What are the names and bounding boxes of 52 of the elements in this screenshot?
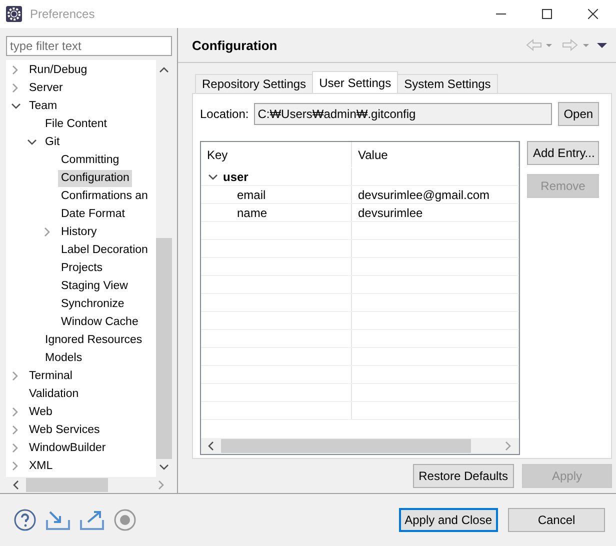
page-title: Configuration <box>192 38 278 52</box>
tree-item[interactable]: Team <box>26 98 60 114</box>
gear-icon <box>6 6 22 22</box>
key-cell: user <box>223 170 248 184</box>
horizontal-scrollbar[interactable] <box>201 438 519 454</box>
tree-item[interactable]: Web <box>26 404 56 420</box>
dialog-button[interactable]: Cancel <box>508 508 605 532</box>
tree-item[interactable]: Validation <box>26 386 82 402</box>
page-button[interactable]: Restore Defaults <box>412 464 514 488</box>
settings-tab[interactable]: System Settings <box>397 74 498 93</box>
tree-item[interactable]: Window Cache <box>58 314 142 330</box>
tree-item[interactable]: History <box>58 224 100 240</box>
tree-item[interactable]: Run/Debug <box>26 62 90 78</box>
import-icon[interactable] <box>46 510 70 530</box>
location-field[interactable]: C:₩Users₩admin₩.gitconfig <box>254 103 552 125</box>
tree-item[interactable]: Date Format <box>58 206 128 222</box>
value-cell: devsurimlee <box>358 206 423 220</box>
tree-item[interactable]: XML <box>26 458 56 474</box>
settings-tab[interactable]: Repository Settings <box>195 74 314 93</box>
tree-item[interactable]: File Content <box>42 116 110 132</box>
settings-tab[interactable]: User Settings <box>312 71 398 93</box>
window-title: Preferences <box>30 7 96 21</box>
key-cell: name <box>237 206 268 220</box>
help-icon[interactable] <box>14 509 36 531</box>
tree-item[interactable]: WindowBuilder <box>26 440 109 456</box>
tree-item[interactable]: Terminal <box>26 368 76 384</box>
maximize-icon[interactable] <box>542 9 552 19</box>
tree-item[interactable]: Web Services <box>26 422 103 438</box>
tree-item[interactable]: Committing <box>58 152 122 168</box>
value-cell: devsurimlee@gmail.com <box>358 188 490 202</box>
tree-item[interactable]: Git <box>42 134 63 150</box>
column-header[interactable]: Key <box>207 148 228 162</box>
back-icon[interactable] <box>526 39 554 51</box>
tree-item[interactable]: Ignored Resources <box>42 332 146 348</box>
key-cell: email <box>237 188 266 202</box>
tree-item[interactable]: Models <box>42 350 86 366</box>
location-label: Location: <box>200 107 249 121</box>
export-icon[interactable] <box>80 510 104 530</box>
column-header[interactable]: Value <box>358 148 388 162</box>
dialog-button[interactable]: Apply and Close <box>398 508 498 532</box>
filter-field[interactable]: type filter text <box>6 36 172 56</box>
tree-item[interactable]: Staging View <box>58 278 131 294</box>
open-button[interactable]: Open <box>558 102 600 126</box>
tree-item[interactable]: Label Decoration <box>58 242 151 258</box>
close-icon[interactable] <box>588 9 598 19</box>
record-icon[interactable] <box>114 509 136 531</box>
tree-item[interactable]: Projects <box>58 260 106 276</box>
tree-item[interactable]: Server <box>26 80 66 96</box>
tree-item[interactable]: Confirmations an <box>58 188 151 204</box>
tree-item[interactable]: Synchronize <box>58 296 128 312</box>
entry-button[interactable]: Add Entry... <box>527 141 599 165</box>
tree-item[interactable]: Configuration <box>58 170 132 186</box>
